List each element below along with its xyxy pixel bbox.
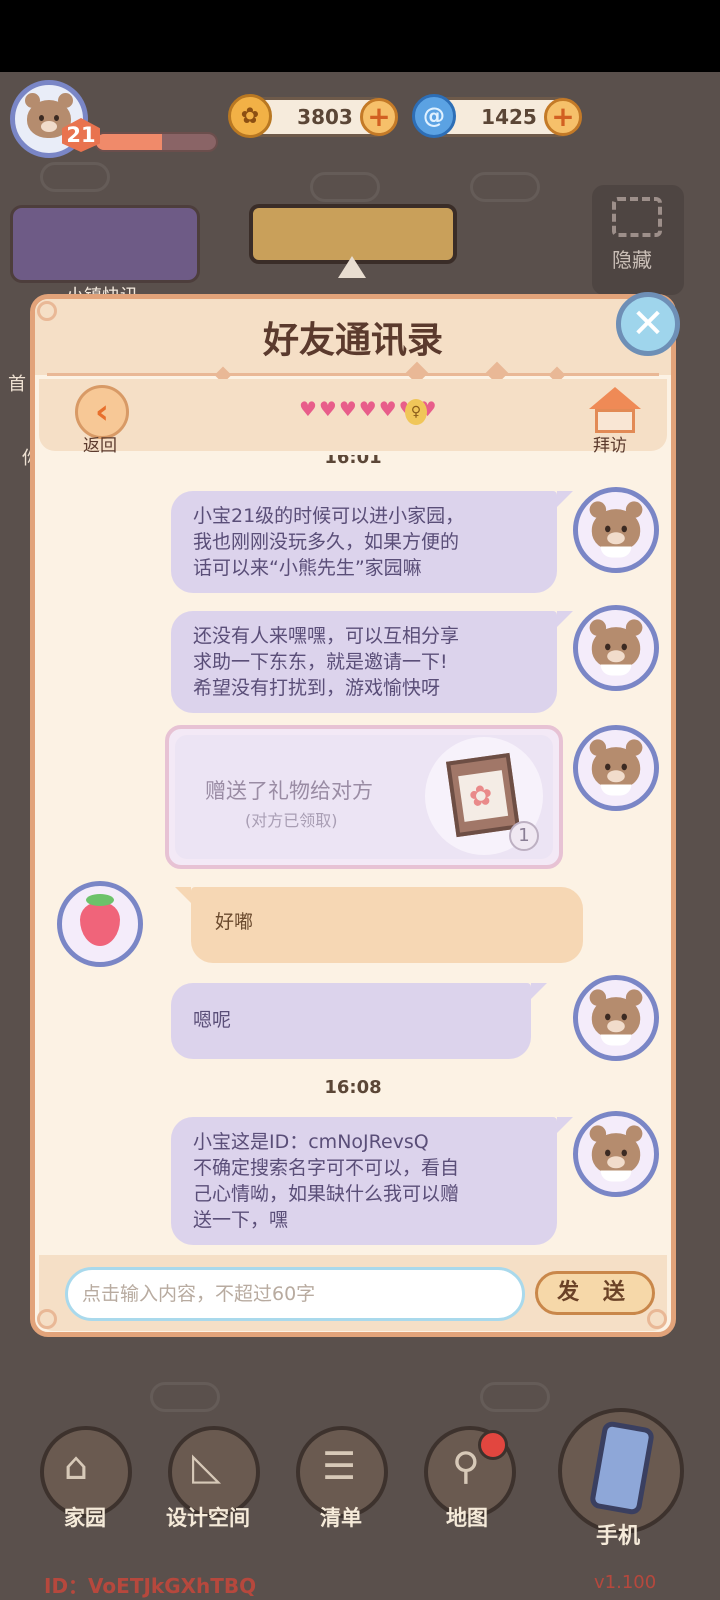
message-line: 己心情呦，如果缺什么我可以赠 — [193, 1183, 460, 1205]
bear-avatar-icon — [589, 1125, 643, 1182]
cloud-decoration — [470, 172, 540, 202]
gender-icon: ♀ — [405, 399, 427, 425]
visit-label: 拜访 — [593, 436, 627, 456]
header-divider — [47, 373, 659, 376]
own-avatar[interactable] — [573, 1111, 659, 1197]
gift-message-card[interactable]: 赠送了礼物给对方 (对方已领取) 1 — [165, 725, 563, 869]
corner-ornament — [647, 1309, 667, 1329]
map-pin-icon: ⚲ — [452, 1444, 480, 1488]
corner-ornament — [37, 301, 57, 321]
message-bubble-own: 嗯呢 — [171, 983, 547, 1059]
event-banner[interactable] — [249, 204, 457, 264]
own-avatar[interactable] — [573, 975, 659, 1061]
message-line: 我也刚刚没玩多久，如果方便的 — [193, 531, 460, 553]
gem-value: 1425 — [481, 105, 537, 129]
message-line: 还没有人来嘿嘿，可以互相分享 — [193, 625, 460, 647]
message-bubble-own: 还没有人来嘿嘿，可以互相分享 求助一下东东，就是邀请一下! 希望没有打扰到，游戏… — [171, 611, 573, 713]
house-icon: ⌂ — [64, 1444, 89, 1488]
fullscreen-icon — [612, 197, 662, 237]
cloud-decoration — [40, 162, 110, 192]
strawberry-avatar-icon — [80, 894, 120, 946]
gift-count-badge: 1 — [509, 821, 539, 851]
add-gems-button[interactable]: + — [544, 98, 582, 136]
bear-avatar-icon — [589, 989, 643, 1046]
message-line: 好嘟 — [215, 911, 254, 933]
message-bubble-friend: 好嘟 — [175, 887, 583, 963]
timestamp: 16:01 — [324, 455, 382, 468]
xp-bar — [94, 132, 218, 152]
user-id: ID：VoETJkGXhTBQ — [44, 1574, 257, 1598]
corner-ornament — [37, 1309, 57, 1329]
own-avatar[interactable] — [573, 725, 659, 811]
friend-avatar[interactable] — [57, 881, 143, 967]
coin-value: 3803 — [297, 105, 353, 129]
picture-frame-gift-icon — [446, 752, 520, 838]
message-line: 小宝这是ID：cmNoJRevsQ — [193, 1131, 429, 1153]
status-bar — [0, 0, 720, 72]
gift-title: 赠送了礼物给对方 — [205, 779, 373, 803]
close-icon: ✕ — [631, 301, 665, 347]
news-banner[interactable] — [10, 205, 200, 283]
message-input[interactable] — [65, 1267, 525, 1321]
event-arrow-icon — [338, 256, 366, 278]
hide-ui-label: 隐藏 — [612, 248, 652, 272]
add-coins-button[interactable]: + — [360, 98, 398, 136]
bear-avatar-icon — [589, 501, 643, 558]
nav-home-label: 家园 — [64, 1506, 106, 1530]
side-menu-label: 首 — [8, 374, 26, 395]
message-line: 希望没有打扰到，游戏愉快呀 — [193, 677, 441, 699]
own-avatar[interactable] — [573, 487, 659, 573]
notification-dot — [478, 1430, 508, 1460]
timestamp: 16:08 — [324, 1077, 382, 1098]
message-line: 送一下，嘿 — [193, 1209, 289, 1231]
bear-avatar-icon — [589, 739, 643, 796]
coin-icon: ✿ — [228, 94, 272, 138]
message-bubble-own: 小宝这是ID：cmNoJRevsQ 不确定搜索名字可不可以，看自 己心情呦，如果… — [171, 1117, 573, 1245]
message-bubble-own: 小宝21级的时候可以进小家园， 我也刚刚没玩多久，如果方便的 话可以来“小熊先生… — [171, 491, 573, 593]
bear-avatar-icon — [589, 619, 643, 676]
message-line: 不确定搜索名字可不可以，看自 — [193, 1157, 460, 1179]
close-button[interactable]: ✕ — [616, 292, 680, 356]
message-line: 小宝21级的时候可以进小家园， — [193, 505, 465, 527]
message-line: 话可以来“小熊先生”家园嘛 — [193, 557, 422, 579]
house-icon — [589, 387, 641, 409]
message-line: 嗯呢 — [193, 1009, 232, 1031]
cloud-decoration — [150, 1382, 220, 1412]
back-label: 返回 — [83, 436, 117, 456]
nav-phone-label: 手机 — [596, 1524, 641, 1549]
cloud-decoration — [310, 172, 380, 202]
ruler-icon: ◺ — [192, 1444, 222, 1488]
gift-status: (对方已领取) — [245, 811, 338, 830]
version-label: v1.100 — [594, 1572, 657, 1593]
nav-map-label: 地图 — [446, 1506, 488, 1530]
cloud-decoration — [480, 1382, 550, 1412]
nav-design-label: 设计空间 — [166, 1506, 250, 1530]
own-avatar[interactable] — [573, 605, 659, 691]
dialog-title: 好友通讯录 — [262, 320, 443, 361]
back-arrow-icon: ‹ — [94, 392, 109, 432]
send-button[interactable]: 发 送 — [535, 1271, 655, 1315]
message-line: 求助一下东东，就是邀请一下! — [193, 651, 448, 673]
chat-message-list[interactable]: 16:01 小宝21级的时候可以进小家园， 我也刚刚没玩多久，如果方便的 话可以… — [39, 455, 667, 1255]
checklist-icon: ☰ — [322, 1444, 357, 1488]
friend-contacts-dialog: 好友通讯录 ‹ 返回 ♥♥♥♥♥♥♥ ♀ 拜访 16:01 小宝21级的时候可以… — [30, 294, 676, 1337]
nav-list-label: 清单 — [320, 1506, 362, 1530]
xp-fill — [96, 134, 162, 150]
gem-icon: @ — [412, 94, 456, 138]
